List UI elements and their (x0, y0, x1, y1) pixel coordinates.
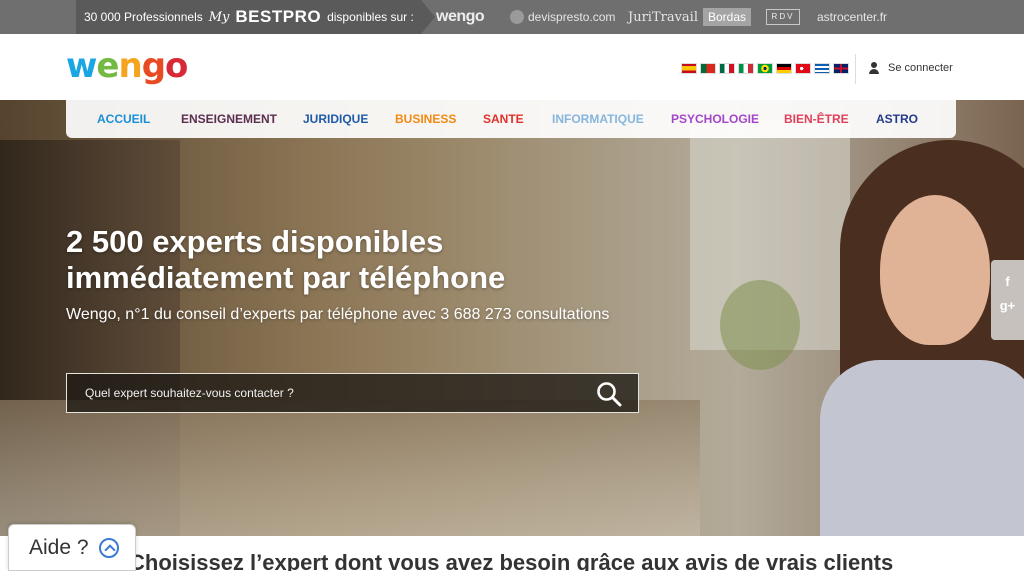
hero-banner: ACCUEIL ENSEIGNEMENT JURIDIQUE BUSINESS … (0, 100, 1024, 536)
network-link-bordas[interactable]: Bordas (703, 0, 752, 34)
bordas-label: Bordas (703, 8, 752, 26)
flag-br-icon[interactable] (757, 63, 773, 74)
user-icon (868, 62, 880, 74)
network-link-juritravail[interactable]: JuriTravail (628, 0, 698, 34)
nav-item-sante[interactable]: SANTE (483, 112, 524, 126)
hero-woman-face (880, 195, 990, 345)
network-link-devispresto[interactable]: devispresto.com (510, 0, 615, 34)
login-link[interactable]: Se connecter (868, 62, 953, 74)
hero-headline-line2: immédiatement par téléphone (66, 260, 506, 295)
help-widget[interactable]: Aide ? (8, 524, 136, 571)
hero-background-sofa (0, 400, 700, 536)
devispresto-icon (510, 10, 524, 24)
expert-search-box (66, 373, 639, 413)
login-label: Se connecter (888, 62, 953, 74)
chevron-up-icon (98, 537, 119, 558)
flag-es-icon[interactable] (681, 63, 697, 74)
nav-item-juridique[interactable]: JURIDIQUE (303, 112, 368, 126)
expert-search-input[interactable] (85, 374, 585, 412)
site-header: wengo Se connecter (0, 34, 1024, 100)
network-bar: 30 000 Professionnels My BESTPRO disponi… (0, 0, 1024, 34)
nav-item-psychologie[interactable]: PSYCHOLOGIE (671, 112, 759, 126)
category-nav: ACCUEIL ENSEIGNEMENT JURIDIQUE BUSINESS … (66, 100, 956, 138)
reviews-section: Choisissez l’expert dont vous avez besoi… (0, 536, 1024, 571)
network-prefix: 30 000 Professionnels (84, 10, 203, 24)
flag-gb-icon[interactable] (833, 63, 849, 74)
mybestpro-my: My (208, 9, 230, 25)
logo-letter: e (96, 46, 119, 86)
facebook-icon[interactable]: f (991, 270, 1024, 294)
rdv-label: RDV (766, 9, 800, 25)
nav-item-astro[interactable]: ASTRO (876, 112, 918, 126)
hero-subline: Wengo, n°1 du conseil d’experts par télé… (66, 306, 610, 323)
header-divider (855, 54, 856, 84)
hero-background-plant (720, 280, 800, 370)
reviews-heading: Choisissez l’expert dont vous avez besoi… (129, 550, 894, 571)
google-plus-icon[interactable]: g+ (991, 294, 1024, 318)
network-link-wengo[interactable]: wengo (436, 0, 485, 34)
nav-item-informatique[interactable]: INFORMATIQUE (552, 112, 644, 126)
flag-mx-icon[interactable] (719, 63, 735, 74)
social-share-tab: f g+ (991, 260, 1024, 340)
network-suffix: disponibles sur : (327, 10, 414, 24)
flag-pt-icon[interactable] (700, 63, 716, 74)
logo-letter: o (165, 46, 188, 86)
flag-gr-icon[interactable] (814, 63, 830, 74)
flag-tr-icon[interactable] (795, 63, 811, 74)
nav-item-enseignement[interactable]: ENSEIGNEMENT (181, 112, 277, 126)
hero-headline-line1: 2 500 experts disponibles (66, 224, 444, 259)
nav-item-bien-etre[interactable]: BIEN-ÊTRE (784, 112, 849, 126)
nav-item-business[interactable]: BUSINESS (395, 112, 456, 126)
flag-it-icon[interactable] (738, 63, 754, 74)
wengo-logo[interactable]: wengo (66, 46, 188, 86)
network-link-rdv[interactable]: RDV (766, 0, 800, 34)
nav-item-accueil[interactable]: ACCUEIL (97, 112, 150, 126)
help-label: Aide ? (29, 535, 89, 559)
hero-woman-shirt (820, 360, 1024, 536)
search-icon[interactable] (596, 381, 622, 407)
language-flags (681, 63, 849, 74)
mybestpro-logo[interactable]: BESTPRO (235, 7, 321, 27)
logo-letter: n (118, 46, 142, 86)
flag-de-icon[interactable] (776, 63, 792, 74)
network-lead: 30 000 Professionnels My BESTPRO disponi… (76, 0, 435, 34)
network-link-astrocenter[interactable]: astrocenter.fr (817, 0, 887, 34)
devispresto-label: devispresto.com (528, 10, 616, 24)
hero-headline: 2 500 experts disponibles immédiatement … (66, 224, 505, 296)
logo-letter: g (141, 46, 166, 86)
logo-letter: w (66, 46, 97, 86)
